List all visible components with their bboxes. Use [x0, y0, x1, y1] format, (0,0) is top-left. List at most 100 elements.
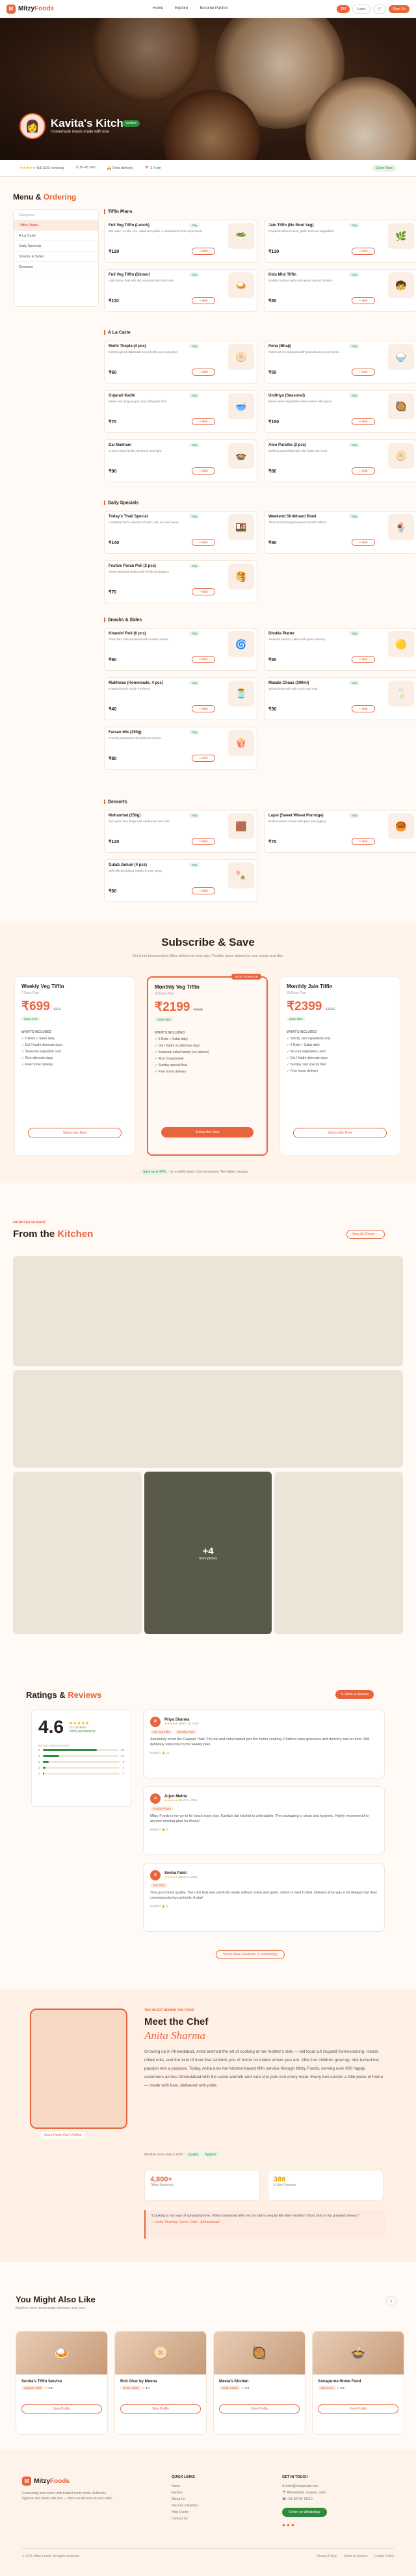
sidebar-item-tiffin[interactable]: Tiffin Plans [14, 220, 98, 231]
helpful-button[interactable]: Helpful? 👍 8 [150, 1828, 378, 1832]
add-to-cart-button[interactable]: + Add [192, 369, 215, 376]
helpful-button[interactable]: Helpful? 👍 5 [150, 1905, 378, 1908]
add-to-cart-button[interactable]: + Add [192, 297, 215, 304]
footer-link[interactable]: Help Center [172, 2510, 198, 2517]
dish-card[interactable]: Methi Thepla (4 pcs) Veg Soft fenugreek fl… [104, 341, 257, 384]
show-more-reviews-button[interactable]: Show More Reviews (3 remaining) [216, 1950, 285, 1959]
nav-home[interactable]: Home [153, 7, 163, 10]
nav-partner[interactable]: Become Partner [200, 7, 228, 10]
copyright: © 2025 Mitzy Foods. All rights reserved. [22, 2555, 80, 2558]
add-to-cart-button[interactable]: + Add [192, 248, 215, 255]
add-to-cart-button[interactable]: + Add [352, 418, 375, 425]
subscribe-button[interactable]: Subscribe Now [161, 1127, 254, 1138]
dish-card[interactable]: Full Veg Tiffin (Lunch) Veg Dal, sabzi, 4 … [104, 220, 257, 263]
signup-button[interactable]: Sign Up [389, 5, 410, 13]
dish-price: ₹60 [109, 371, 117, 375]
add-to-cart-button[interactable]: + Add [192, 539, 215, 546]
dish-card[interactable]: Khandvi Roll (6 pcs) Veg Gram flour rolls … [104, 628, 257, 671]
terms-link[interactable]: Terms of Service [343, 2555, 367, 2558]
dish-card[interactable]: Undhiyu (Seasonal) Veg Mixed winter vegeta… [264, 390, 416, 433]
kitchen-card[interactable]: 🍲 Annapurna Home Food Jain Food ★ 4.9 View … [312, 2331, 404, 2435]
add-to-cart-button[interactable]: + Add [352, 248, 375, 255]
add-to-cart-button[interactable]: + Add [192, 588, 215, 595]
add-to-cart-button[interactable]: + Add [352, 297, 375, 304]
dish-card[interactable]: Kids Mini Tiffin Veg Smaller portions with… [264, 269, 416, 312]
add-to-cart-button[interactable]: + Add [352, 369, 375, 376]
write-review-button[interactable]: ✎ Write a Review [335, 1690, 374, 1699]
footer-link[interactable]: About Us [172, 2497, 198, 2504]
cookie-link[interactable]: Cookie Policy [374, 2555, 394, 2558]
view-profile-button[interactable]: View Profile [318, 2404, 398, 2413]
add-to-cart-button[interactable]: + Add [192, 656, 215, 663]
gallery-photo[interactable] [13, 1472, 142, 1634]
email-link[interactable]: ✉ hello@mitzyfoods.com [282, 2484, 326, 2491]
sidebar-item-snacks[interactable]: Snacks & Sides [14, 252, 98, 262]
view-profile-button[interactable]: View Profile [120, 2404, 201, 2413]
add-to-cart-button[interactable]: + Add [192, 755, 215, 762]
sidebar-item-desserts[interactable]: Desserts [14, 262, 98, 272]
add-to-cart-button[interactable]: + Add [352, 838, 375, 845]
gallery-photo[interactable] [13, 1370, 403, 1468]
footer-link[interactable]: Become a Partner [172, 2504, 198, 2510]
dish-card[interactable]: Dal Makhani Veg Creamy black lentils simme… [104, 439, 257, 482]
kitchen-card[interactable]: 🥘 Meeta's Kitchen South Indian ★ 4.5 View P… [213, 2331, 306, 2435]
gallery-photo[interactable] [13, 1256, 403, 1366]
gallery-photo[interactable] [274, 1472, 403, 1634]
dish-card[interactable]: Farsan Mix (250g) Veg Crunchy assortment o… [104, 727, 257, 770]
dish-card[interactable]: Gujarati Kadhi Veg Sweet and tangy yogurt … [104, 390, 257, 433]
add-to-cart-button[interactable]: + Add [352, 656, 375, 663]
carousel-next-icon[interactable]: › [386, 2296, 396, 2306]
add-to-cart-button[interactable]: + Add [352, 467, 375, 475]
login-button[interactable]: Login [352, 5, 370, 14]
plan-feature: No root vegetables used [287, 1050, 393, 1056]
phone-link[interactable]: ☎ +91 98765 43210 [282, 2497, 326, 2504]
dish-description: Crunchy assortment of namkeen snacks. [109, 736, 162, 740]
menu-section-title: Daily Specials [104, 501, 138, 505]
social-icons[interactable]: ● ● ● [282, 2522, 294, 2528]
footer-link[interactable]: Explore [172, 2491, 198, 2497]
view-all-photos-button[interactable]: View All Photos → [346, 1230, 385, 1239]
dish-card[interactable]: Poha (Bhaji) Veg Flattened rice tempered w… [264, 341, 416, 384]
cart-icon[interactable]: 🛒 [372, 5, 387, 14]
add-to-cart-button[interactable]: + Add [192, 887, 215, 894]
brand-logo-icon: M [22, 2477, 31, 2486]
privacy-link[interactable]: Privacy Policy [317, 2555, 337, 2558]
dish-card[interactable]: Masala Chaas (300ml) Veg Spiced buttermilk… [264, 677, 416, 720]
sidebar-item-a-la-carte[interactable]: A La Carte [14, 231, 98, 241]
dish-card[interactable]: Today's Thali Special Veg A rotating chef'… [104, 511, 257, 554]
add-to-cart-button[interactable]: + Add [352, 539, 375, 546]
language-button[interactable]: EN [337, 5, 350, 13]
view-profile-button[interactable]: View Profile [21, 2404, 102, 2413]
dish-card[interactable]: Aloo Paratha (2 pcs) Veg Stuffed potato fl… [264, 439, 416, 482]
dish-card[interactable]: Weekend Shrikhand Bowl Veg Thick strained … [264, 511, 416, 554]
dish-card[interactable]: Lapsi (Sweet Wheat Porridge) Veg Broken wh… [264, 810, 416, 853]
nav-explore[interactable]: Explore [175, 7, 188, 10]
dish-card[interactable]: Festive Puran Poli (2 pcs) Veg Sweet flatb… [104, 560, 257, 603]
brand-name[interactable]: MitzyFoods [18, 5, 54, 12]
add-to-cart-button[interactable]: + Add [192, 838, 215, 845]
helpful-button[interactable]: Helpful? 👍 12 [150, 1751, 378, 1755]
subscribe-button[interactable]: Subscribe Now [28, 1128, 122, 1138]
dish-card[interactable]: Gulab Jamun (4 pcs) Veg Soft milk dumpling… [104, 859, 257, 902]
footer-link[interactable]: Contact Us [172, 2517, 198, 2523]
dish-card[interactable]: Dhokla Platter Veg Steamed savoury cakes w… [264, 628, 416, 671]
subscribe-button[interactable]: Subscribe Now [293, 1128, 387, 1138]
veg-badge: Veg [349, 393, 359, 398]
dish-card[interactable]: Mukhwas (Homemade, 4 pcs) Veg Roasted seed… [104, 677, 257, 720]
add-to-cart-button[interactable]: + Add [192, 418, 215, 425]
sidebar-item-specials[interactable]: Daily Specials [14, 241, 98, 252]
whatsapp-button[interactable]: Order on WhatsApp [282, 2508, 327, 2517]
dish-card[interactable]: Full Veg Tiffin (Dinner) Veg Light dinner … [104, 269, 257, 312]
dish-card[interactable]: Mohanthal (250g) Veg Rich gram flour fudge… [104, 810, 257, 853]
add-to-cart-button[interactable]: + Add [192, 467, 215, 475]
footer-link[interactable]: Home [172, 2484, 198, 2491]
more-photos-tile[interactable]: +4 more photos [144, 1472, 272, 1634]
dish-card[interactable]: Jain Tiffin (No Root Veg) Veg Prepared wit… [264, 220, 416, 263]
brand-logo-icon[interactable]: M [6, 4, 16, 14]
add-to-cart-button[interactable]: + Add [192, 705, 215, 712]
kitchen-card[interactable]: 🫓 Roti Ghar by Meena North Indian ★ 4.7 Vie… [114, 2331, 207, 2435]
footer: M MitzyFoods Connecting food lovers with … [0, 2451, 416, 2576]
kitchen-card[interactable]: 🍛 Sunita's Tiffin Service Gujarati Thali ★… [16, 2331, 108, 2435]
view-profile-button[interactable]: View Profile [219, 2404, 300, 2413]
add-to-cart-button[interactable]: + Add [352, 705, 375, 712]
